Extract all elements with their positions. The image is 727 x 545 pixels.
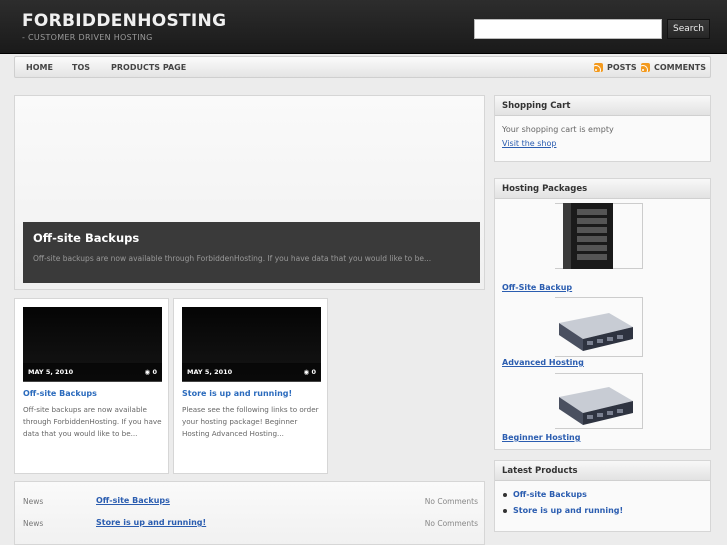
post-title[interactable]: Off-site Backups (23, 389, 97, 398)
post-category[interactable]: News (23, 497, 43, 506)
post-meta: MAY 5, 2010 ◉ 0 (182, 363, 321, 381)
latest-products-widget: Latest Products Off-site Backups Store i… (494, 460, 711, 532)
comment-count-value: 0 (311, 368, 316, 376)
post-date: MAY 5, 2010 (28, 368, 74, 376)
nav-item-home[interactable]: HOME (26, 63, 53, 72)
posts-feed-label: POSTS (607, 63, 637, 72)
post-date: MAY 5, 2010 (187, 368, 233, 376)
list-item: News Store is up and running! No Comment… (15, 513, 484, 533)
nav-item-products[interactable]: PRODUCTS PAGE (111, 63, 186, 72)
server-tower-image[interactable] (563, 201, 617, 271)
widget-title: Latest Products (495, 461, 710, 481)
post-excerpt: Please see the following links to order … (182, 405, 319, 438)
rss-icon (594, 63, 603, 72)
featured-caption[interactable]: Off-site Backups Off-site backups are no… (23, 222, 480, 283)
post-thumbnail[interactable]: MAY 5, 2010 ◉ 0 (182, 307, 321, 382)
visit-shop-link[interactable]: Visit the shop (495, 139, 710, 148)
featured-slider[interactable]: Off-site Backups Off-site backups are no… (14, 95, 485, 290)
post-meta: MAY 5, 2010 ◉ 0 (23, 363, 162, 381)
post-excerpt: Off-site backups are now available throu… (23, 405, 162, 438)
widget-title: Shopping Cart (495, 96, 710, 116)
package-link-beginner[interactable]: Beginner Hosting (502, 433, 580, 442)
site-header: FORBIDDENHOSTING - CUSTOMER DRIVEN HOSTI… (0, 0, 727, 54)
comments-feed-label: COMMENTS (654, 63, 706, 72)
comments-link[interactable]: No Comments (425, 497, 478, 506)
nav-item-tos[interactable]: TOS (72, 63, 90, 72)
posts-feed-link[interactable]: POSTS (594, 63, 637, 72)
latest-product-item[interactable]: Store is up and running! (495, 506, 710, 515)
latest-product-item[interactable]: Off-site Backups (495, 490, 710, 499)
featured-title[interactable]: Off-site Backups (33, 231, 470, 245)
hosting-packages-widget: Hosting Packages Off-Site Backup Advance… (494, 178, 711, 450)
search-input[interactable] (474, 19, 662, 39)
list-item: News Off-site Backups No Comments (15, 491, 484, 511)
search-button[interactable]: Search (667, 19, 710, 39)
rack-server-image[interactable] (557, 383, 635, 428)
comments-feed-link[interactable]: COMMENTS (641, 63, 706, 72)
recent-posts-list: News Off-site Backups No Comments News S… (14, 481, 485, 545)
package-link-offsite[interactable]: Off-Site Backup (502, 283, 572, 292)
post-category[interactable]: News (23, 519, 43, 528)
cart-status: Your shopping cart is empty (502, 125, 614, 134)
post-title-link[interactable]: Store is up and running! (96, 518, 206, 527)
shopping-cart-widget: Shopping Cart Your shopping cart is empt… (494, 95, 711, 162)
post-card: MAY 5, 2010 ◉ 0 Off-site Backups Off-sit… (14, 298, 169, 474)
comments-link[interactable]: No Comments (425, 519, 478, 528)
post-card: MAY 5, 2010 ◉ 0 Store is up and running!… (173, 298, 328, 474)
post-comment-count[interactable]: ◉ 0 (145, 368, 157, 376)
featured-excerpt: Off-site backups are now available throu… (33, 254, 432, 263)
rack-server-image[interactable] (557, 309, 635, 354)
post-title-link[interactable]: Off-site Backups (96, 496, 170, 505)
post-comment-count[interactable]: ◉ 0 (304, 368, 316, 376)
site-logo[interactable]: FORBIDDENHOSTING (22, 11, 226, 31)
post-thumbnail[interactable]: MAY 5, 2010 ◉ 0 (23, 307, 162, 382)
site-tagline: - CUSTOMER DRIVEN HOSTING (22, 33, 153, 42)
post-title[interactable]: Store is up and running! (182, 389, 292, 398)
rss-icon (641, 63, 650, 72)
package-link-advanced[interactable]: Advanced Hosting (502, 358, 584, 367)
widget-title: Hosting Packages (495, 179, 710, 199)
comment-count-value: 0 (152, 368, 157, 376)
main-nav: HOME TOS PRODUCTS PAGE POSTS COMMENTS (14, 56, 711, 78)
